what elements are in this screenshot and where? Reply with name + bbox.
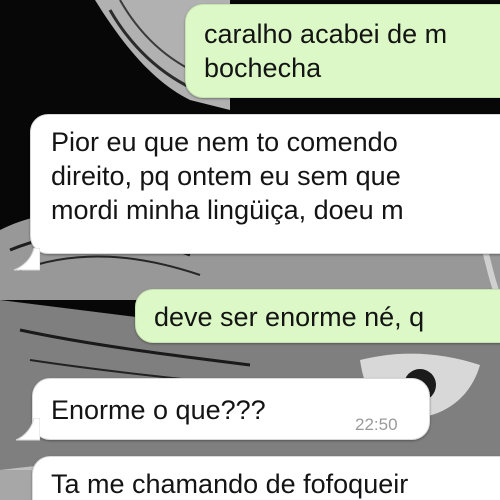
message-text-line: mordi minha lingüiça, doeu m — [51, 195, 404, 225]
message-bubble-incoming[interactable]: Pior eu que nem to comendo direito, pq o… — [30, 114, 500, 254]
incoming-bubble-tail — [15, 418, 40, 441]
message-bubble-outgoing[interactable]: caralho acabei de m bochecha — [185, 4, 500, 98]
incoming-bubble-tail — [13, 248, 40, 271]
message-text-line: direito, pq ontem eu sem que — [51, 161, 401, 191]
message-timestamp: 22:50 — [355, 415, 398, 434]
message-bubble-incoming[interactable]: Ta me chamando de fofoqueir — [32, 456, 500, 500]
message-bubble-outgoing[interactable]: deve ser enorme né, q — [135, 289, 500, 343]
message-text-line: Pior eu que nem to comendo — [51, 127, 398, 157]
message-bubble-incoming[interactable]: Enorme o que??? 22:50 — [32, 378, 430, 440]
message-text-line: Ta me chamando de fofoqueir — [51, 469, 409, 499]
message-text-line: deve ser enorme né, q — [154, 302, 425, 332]
message-text-line: bochecha — [204, 53, 322, 83]
message-text-line: caralho acabei de m — [204, 19, 448, 49]
